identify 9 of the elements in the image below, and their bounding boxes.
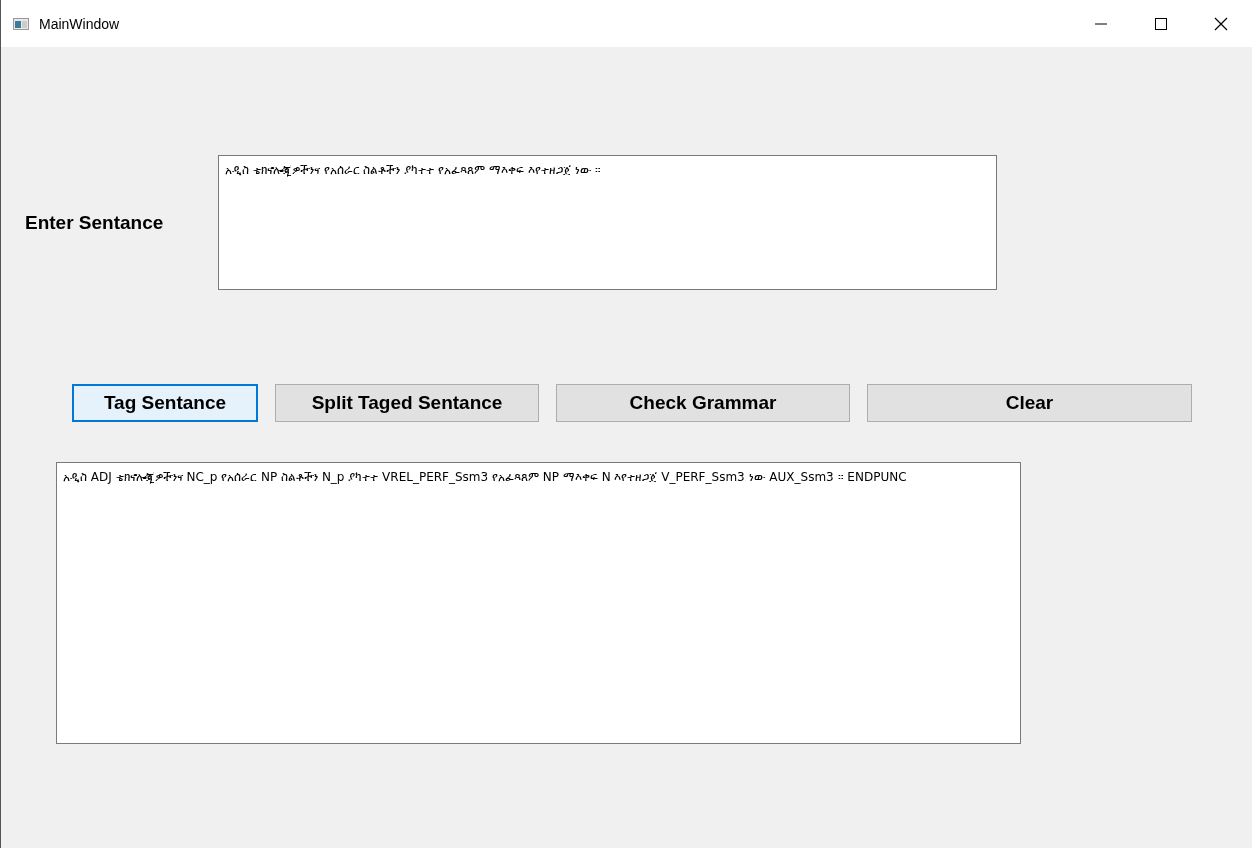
- push-button[interactable]: Tag Sentance: [72, 384, 258, 422]
- push-button[interactable]: Split Taged Sentance: [275, 384, 539, 422]
- window-title: MainWindow: [39, 15, 120, 32]
- sentence-input-field[interactable]: አዲስ ቴክኖሎጂዎችንና የአሰራር ስልቶችን ያካተተ የአፈጻጸም ማእቀፍ እየተዘጋጀ ነው ።: [218, 155, 997, 290]
- push-button[interactable]: Check Grammar: [556, 384, 850, 422]
- app-icon: [13, 17, 29, 30]
- output-text-area[interactable]: አዲስ ADJ ቴክኖሎጂዎችንና NC_p የአሰራር NP ስልቶችን N_p ያካተተ VREL_PERF_Ssm3 የአፈጻጸም NP ማእቀፍ N እየተዘጋጀ V_PERF_Ssm3 ነው AUX_Ssm3 ። ENDPUNC: [56, 462, 1021, 744]
- field-label: Enter Sentance: [24, 211, 165, 234]
- push-button[interactable]: Clear: [867, 384, 1192, 422]
